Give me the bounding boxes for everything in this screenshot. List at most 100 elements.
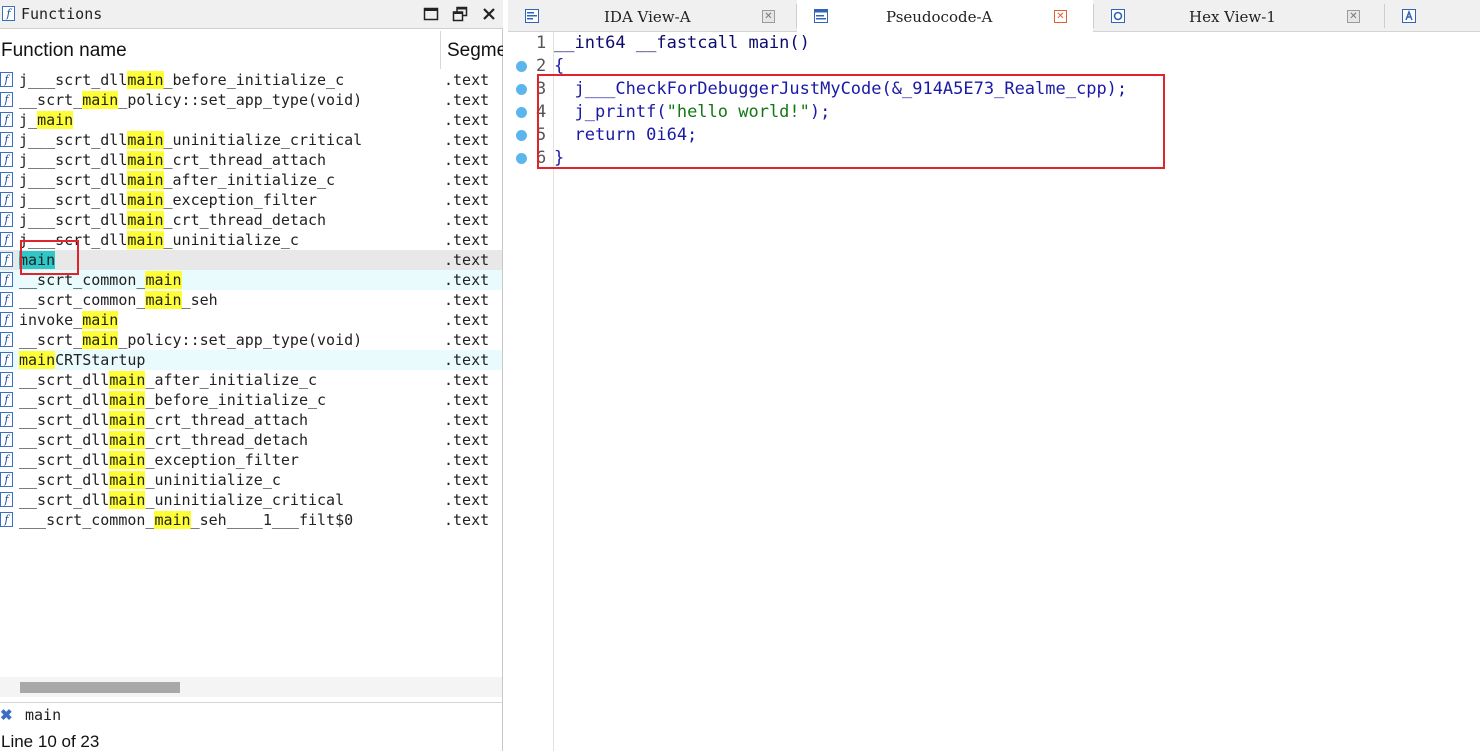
function-segment: .text [444,431,490,449]
function-row[interactable]: f j___scrt_dllmain_crt_thread_detach .text [0,210,502,230]
function-row[interactable]: f j___scrt_dllmain_uninitialize_critical.… [0,130,502,150]
structures-icon [1402,9,1416,23]
pseudocode-icon [814,9,828,23]
restore-icon[interactable] [452,6,468,22]
function-name: __scrt_dllmain_after_initialize_c [19,371,318,389]
tab-label: Pseudocode-A [886,8,993,26]
tab-structures[interactable] [1385,0,1480,32]
function-segment: .text [444,411,490,429]
function-row[interactable]: f __scrt_dllmain_exception_filter .text [0,450,502,470]
annotation-box-function-body [537,74,1165,169]
search-match-highlight: main [37,111,74,129]
function-row[interactable]: f __scrt_dllmain_uninitialize_critical .te… [0,490,502,510]
search-match-highlight: main [109,371,146,389]
function-icon: f [0,92,13,107]
breakpoint-dot-icon[interactable] [516,84,527,95]
function-name: ___scrt_common_main_seh____1___filt$0 [19,511,354,529]
function-name: __scrt_dllmain_crt_thread_detach [19,431,308,449]
search-text[interactable]: main [25,706,61,724]
function-icon: f [0,332,13,347]
function-row[interactable]: f __scrt_common_main_seh .text [0,290,502,310]
breakpoint-dot-icon[interactable] [516,153,527,164]
function-name: __scrt_dllmain_crt_thread_attach [19,411,308,429]
function-icon: f [0,152,13,167]
tab-pseudocode[interactable]: Pseudocode-A ✕ [797,0,1093,32]
function-icon: f [0,252,13,267]
search-bar[interactable]: ✖ main [0,702,502,729]
function-icon: f [0,412,13,427]
column-segment[interactable]: Segment [447,40,503,62]
tab-close-icon[interactable]: ✕ [1054,10,1067,23]
function-row[interactable]: f j___scrt_dllmain_before_initialize_c .te… [0,70,502,90]
column-function-name[interactable]: Function name [1,40,127,62]
function-row[interactable]: f __scrt_dllmain_after_initialize_c .text [0,370,502,390]
function-segment: .text [444,471,490,489]
breakpoint-dot-icon[interactable] [516,61,527,72]
function-segment: .text [444,151,490,169]
close-icon[interactable] [481,6,497,22]
function-row[interactable]: f __scrt_main_policy::set_app_type(void).… [0,330,502,350]
search-match-highlight: main [127,231,164,249]
function-name: __scrt_dllmain_uninitialize_c [19,471,281,489]
function-segment: .text [444,231,490,249]
function-icon: f [0,292,13,307]
function-row[interactable]: f __scrt_dllmain_crt_thread_detach .text [0,430,502,450]
tab-close-icon[interactable]: ✕ [1347,10,1360,23]
search-match-highlight: main [109,471,146,489]
breakpoint-dot-icon[interactable] [516,130,527,141]
horizontal-scrollbar[interactable] [0,677,502,697]
search-match-highlight: main [109,451,146,469]
function-segment: .text [444,351,490,369]
function-segment: .text [444,131,490,149]
function-row[interactable]: f j_main .text [0,110,502,130]
search-match-highlight: main [145,291,182,309]
search-match-highlight: main [109,431,146,449]
function-row[interactable]: f ___scrt_common_main_seh____1___filt$0 .t… [0,510,502,530]
function-row[interactable]: f j___scrt_dllmain_crt_thread_attach .text [0,150,502,170]
column-divider[interactable] [440,31,441,69]
clear-search-icon[interactable]: ✖ [0,706,13,724]
function-name: __scrt_main_policy::set_app_type(void) [19,331,363,349]
function-icon: f [0,472,13,487]
scrollbar-thumb[interactable] [20,682,180,693]
code-token: __int64 __fastcall main() [554,33,810,53]
tab-ida-view[interactable]: IDA View-A ✕ [508,0,796,32]
function-row[interactable]: f __scrt_dllmain_uninitialize_c .text [0,470,502,490]
annotation-box-selected-main [20,240,79,275]
search-match-highlight: main [145,271,182,289]
search-match-highlight: main [109,411,146,429]
function-name: j_main [19,111,74,129]
tab-hex-view[interactable]: Hex View-1 ✕ [1094,0,1384,32]
search-match-highlight: main [109,391,146,409]
function-segment: .text [444,191,490,209]
function-name: __scrt_dllmain_exception_filter [19,451,299,469]
function-name: mainCRTStartup [19,351,146,369]
function-row[interactable]: f invoke_main .text [0,310,502,330]
function-segment: .text [444,71,490,89]
search-match-highlight: main [154,511,191,529]
function-name: __scrt_common_main_seh [19,291,218,309]
function-segment: .text [444,311,490,329]
function-segment: .text [444,371,490,389]
search-match-highlight: main [82,311,119,329]
function-row[interactable]: f j___scrt_dllmain_after_initialize_c .tex… [0,170,502,190]
function-name: __scrt_dllmain_uninitialize_critical [19,491,345,509]
functions-panel-title: Functions [21,5,103,23]
line-number: 1 [536,33,547,53]
function-segment: .text [444,211,490,229]
function-row[interactable]: f mainCRTStartup .text [0,350,502,370]
tab-close-icon[interactable]: ✕ [762,10,775,23]
breakpoint-dot-icon[interactable] [516,107,527,118]
function-row[interactable]: f __scrt_dllmain_before_initialize_c .text [0,390,502,410]
function-row[interactable]: f j___scrt_dllmain_exception_filter .text [0,190,502,210]
function-icon: f [0,372,13,387]
function-icon: f [0,192,13,207]
function-row[interactable]: f __scrt_dllmain_crt_thread_attach .text [0,410,502,430]
function-row[interactable]: f __scrt_main_policy::set_app_type(void).… [0,90,502,110]
maximize-icon[interactable] [423,6,439,22]
function-segment: .text [444,251,490,269]
function-name: invoke_main [19,311,119,329]
search-match-highlight: main [82,331,119,349]
function-icon: f [2,6,15,21]
function-icon: f [0,352,13,367]
